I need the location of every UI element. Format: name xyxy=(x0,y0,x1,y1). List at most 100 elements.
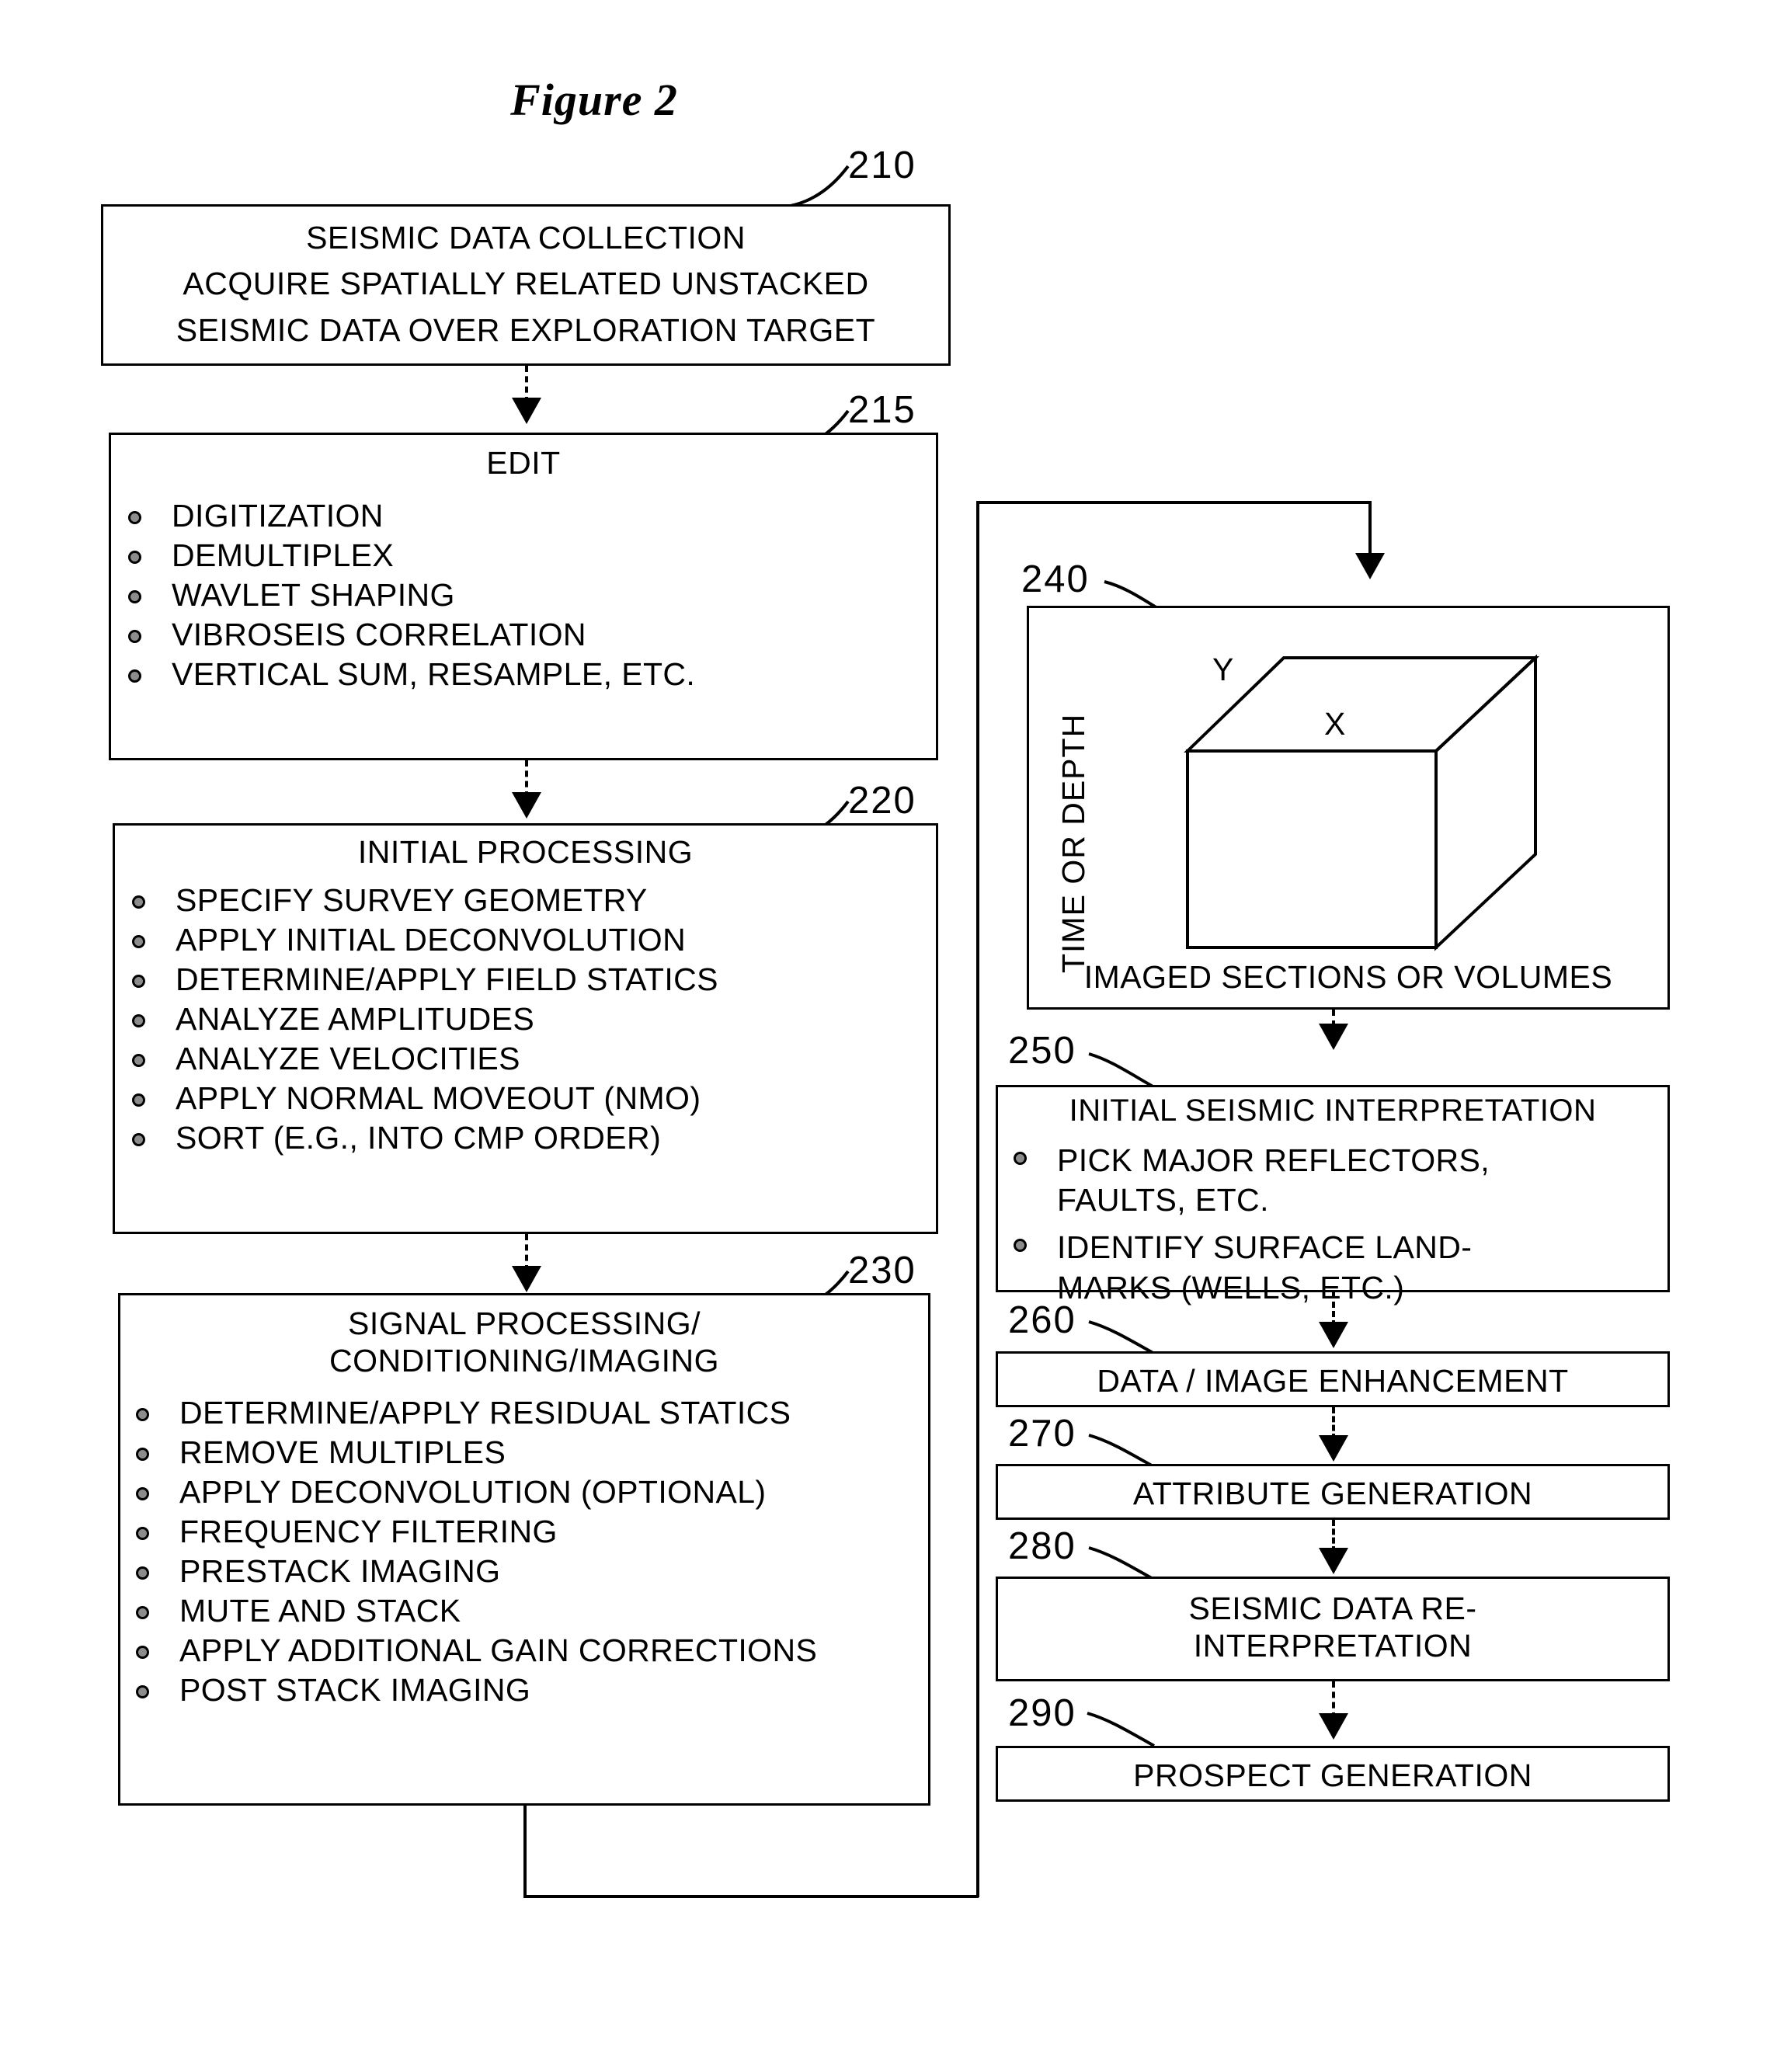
list-item: POST STACK IMAGING xyxy=(127,1674,928,1706)
list-item-label: REMOVE MULTIPLES xyxy=(179,1434,506,1470)
list-item-label: VIBROSEIS CORRELATION xyxy=(172,617,586,653)
arrowhead-260-270 xyxy=(1319,1435,1348,1462)
list-item: SPECIFY SURVEY GEOMETRY xyxy=(123,885,936,916)
arrowhead-240-250 xyxy=(1319,1024,1348,1050)
list-item-label: FREQUENCY FILTERING xyxy=(179,1513,558,1549)
list-item-label: APPLY INITIAL DECONVOLUTION xyxy=(176,922,687,958)
cube-diagram xyxy=(1184,654,1540,951)
box-data-image-enhancement: DATA / IMAGE ENHANCEMENT xyxy=(996,1351,1670,1407)
list-item-label: ANALYZE AMPLITUDES xyxy=(176,1001,535,1038)
list-item-label: APPLY NORMAL MOVEOUT (NMO) xyxy=(176,1080,701,1117)
list-item: PICK MAJOR REFLECTORS, FAULTS, ETC. xyxy=(1004,1141,1667,1221)
box-edit: EDIT DIGITIZATION DEMULTIPLEX WAVLET SHA… xyxy=(109,433,938,760)
bullet-icon xyxy=(1014,1239,1027,1253)
box-215-title: EDIT xyxy=(486,445,561,481)
ref-label-250: 250 xyxy=(1008,1030,1076,1072)
cube-depth-axis-label: TIME OR DEPTH xyxy=(1055,713,1091,973)
arrowhead-270-280 xyxy=(1319,1548,1348,1574)
bullet-icon xyxy=(136,1486,149,1500)
bullet-icon xyxy=(132,1133,145,1147)
figure-caption: Figure 2 xyxy=(510,75,678,125)
list-item: WAVLET SHAPING xyxy=(119,579,936,611)
list-item: VIBROSEIS CORRELATION xyxy=(119,619,936,651)
list-item-label: PRESTACK IMAGING xyxy=(179,1552,501,1589)
feedback-segment-down-into-240 xyxy=(1368,501,1372,559)
box-210-line-1: ACQUIRE SPATIALLY RELATED UNSTACKED xyxy=(183,266,869,302)
box-prospect-generation: PROSPECT GENERATION xyxy=(996,1746,1670,1802)
arrowhead-into-240 xyxy=(1355,553,1385,579)
box-initial-processing: INITIAL PROCESSING SPECIFY SURVEY GEOMET… xyxy=(113,823,938,1234)
box-220-title: INITIAL PROCESSING xyxy=(357,834,694,870)
cube-axis-label-y: Y xyxy=(1212,652,1235,687)
box-260-title: DATA / IMAGE ENHANCEMENT xyxy=(1097,1363,1569,1399)
list-item-label: DETERMINE/APPLY FIELD STATICS xyxy=(176,961,718,998)
bullet-icon xyxy=(136,1407,149,1421)
list-item: APPLY DECONVOLUTION (OPTIONAL) xyxy=(127,1476,928,1508)
arrowhead-215-220 xyxy=(512,792,541,819)
box-220-list: SPECIFY SURVEY GEOMETRY APPLY INITIAL DE… xyxy=(123,885,936,1154)
list-item: DEMULTIPLEX xyxy=(119,540,936,572)
box-215-list: DIGITIZATION DEMULTIPLEX WAVLET SHAPING … xyxy=(119,500,936,690)
list-item-label: DETERMINE/APPLY RESIDUAL STATICS xyxy=(179,1394,791,1431)
bullet-icon xyxy=(132,1093,145,1107)
bullet-icon xyxy=(136,1566,149,1580)
feedback-segment-top-across xyxy=(976,501,1372,504)
bullet-icon xyxy=(132,895,145,909)
list-item: DETERMINE/APPLY RESIDUAL STATICS xyxy=(127,1394,928,1431)
box-imaged-sections-or-volumes: TIME OR DEPTH Y X IMAGED SECTIONS OR VOL… xyxy=(1027,606,1670,1010)
cube-axis-label-x: X xyxy=(1324,706,1347,742)
box-230-title: SIGNAL PROCESSING/ CONDITIONING/IMAGING xyxy=(329,1305,719,1379)
box-seismic-data-collection: SEISMIC DATA COLLECTION ACQUIRE SPATIALL… xyxy=(101,204,951,366)
box-280-title: SEISMIC DATA RE- INTERPRETATION xyxy=(1188,1591,1477,1664)
box-initial-seismic-interpretation: INITIAL SEISMIC INTERPRETATION PICK MAJO… xyxy=(996,1085,1670,1305)
list-item: APPLY INITIAL DECONVOLUTION xyxy=(123,924,936,956)
list-item-label: MUTE AND STACK xyxy=(179,1592,461,1629)
arrowhead-210-215 xyxy=(512,398,541,424)
box-attribute-generation: ATTRIBUTE GENERATION xyxy=(996,1464,1670,1520)
list-item: ANALYZE VELOCITIES xyxy=(123,1043,936,1075)
feedback-segment-right xyxy=(523,1895,979,1898)
feedback-segment-down-from-230 xyxy=(523,1806,527,1897)
box-signal-processing: SIGNAL PROCESSING/ CONDITIONING/IMAGING … xyxy=(118,1293,930,1806)
box-230-list: DETERMINE/APPLY RESIDUAL STATICS REMOVE … xyxy=(127,1394,928,1706)
ref-label-240: 240 xyxy=(1021,558,1090,600)
list-item: APPLY NORMAL MOVEOUT (NMO) xyxy=(123,1083,936,1114)
list-item: APPLY ADDITIONAL GAIN CORRECTIONS xyxy=(127,1634,928,1667)
ref-label-270: 270 xyxy=(1008,1413,1076,1455)
list-item-label: WAVLET SHAPING xyxy=(172,577,455,614)
bullet-icon xyxy=(132,975,145,989)
box-250-title: INITIAL SEISMIC INTERPRETATION xyxy=(1069,1093,1597,1128)
bullet-icon xyxy=(128,551,141,565)
bullet-icon xyxy=(132,1054,145,1068)
list-item: VERTICAL SUM, RESAMPLE, ETC. xyxy=(119,659,936,690)
arrowhead-280-290 xyxy=(1319,1713,1348,1740)
ref-label-280: 280 xyxy=(1008,1525,1076,1567)
box-290-title: PROSPECT GENERATION xyxy=(1133,1757,1532,1793)
list-item: PRESTACK IMAGING xyxy=(127,1552,928,1589)
list-item-label: SPECIFY SURVEY GEOMETRY xyxy=(176,882,648,919)
list-item-label: IDENTIFY SURFACE LAND- MARKS (WELLS, ETC… xyxy=(1057,1229,1473,1305)
box-210-line-2: SEISMIC DATA OVER EXPLORATION TARGET xyxy=(176,312,876,349)
ref-label-230: 230 xyxy=(848,1250,916,1292)
arrowhead-250-260 xyxy=(1319,1322,1348,1348)
list-item: REMOVE MULTIPLES xyxy=(127,1434,928,1470)
list-item: ANALYZE AMPLITUDES xyxy=(123,1003,936,1035)
list-item-label: ANALYZE VELOCITIES xyxy=(176,1041,520,1077)
list-item: FREQUENCY FILTERING xyxy=(127,1513,928,1549)
bullet-icon xyxy=(136,1645,149,1659)
list-item: MUTE AND STACK xyxy=(127,1592,928,1629)
ref-label-260: 260 xyxy=(1008,1299,1076,1341)
figure-canvas: Figure 2 210 SEISMIC DATA COLLECTION ACQ… xyxy=(0,0,1770,2072)
ref-label-210: 210 xyxy=(848,144,916,186)
box-250-list: PICK MAJOR REFLECTORS, FAULTS, ETC. IDEN… xyxy=(1004,1141,1667,1308)
list-item-label: DIGITIZATION xyxy=(172,498,384,534)
bullet-icon xyxy=(136,1526,149,1540)
bullet-icon xyxy=(132,1014,145,1028)
ref-label-220: 220 xyxy=(848,780,916,822)
bullet-icon xyxy=(136,1605,149,1619)
bullet-icon xyxy=(1014,1151,1027,1165)
bullet-icon xyxy=(132,935,145,949)
list-item-label: APPLY DECONVOLUTION (OPTIONAL) xyxy=(179,1473,767,1510)
bullet-icon xyxy=(128,511,141,525)
feedback-segment-up-right-rail xyxy=(976,501,979,1897)
